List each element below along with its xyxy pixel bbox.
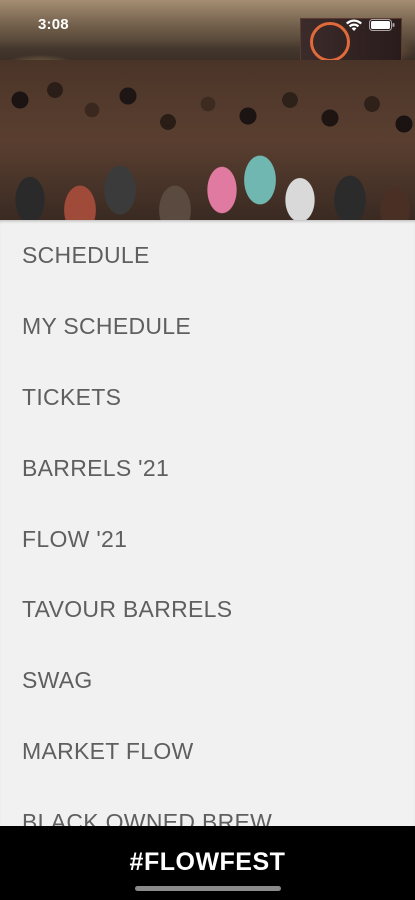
- status-time: 3:08: [38, 16, 69, 33]
- menu-item-label: FLOW '21: [22, 526, 128, 552]
- app-screen: 3:08 SCHEDULE MY SCHEDULE TICKETS BARREL…: [0, 0, 415, 900]
- bottom-bar: #FLOWFEST: [0, 826, 415, 900]
- menu-item-swag[interactable]: SWAG: [0, 649, 415, 709]
- hero-crowd: [0, 60, 415, 220]
- status-bar: 3:08: [0, 0, 415, 44]
- menu-item-barrels-21[interactable]: BARRELS '21: [0, 437, 415, 497]
- menu-item-label: MY SCHEDULE: [22, 313, 192, 339]
- wifi-icon: [346, 19, 362, 31]
- menu-item-label: BLACK OWNED BREW: [22, 809, 273, 826]
- menu-item-market-flow[interactable]: MARKET FLOW: [0, 720, 415, 780]
- menu-item-label: SWAG: [22, 667, 93, 693]
- menu-item-schedule[interactable]: SCHEDULE: [0, 224, 415, 284]
- menu-item-tavour-barrels[interactable]: TAVOUR BARRELS: [0, 578, 415, 638]
- home-indicator[interactable]: [135, 886, 281, 891]
- menu-item-tickets[interactable]: TICKETS: [0, 366, 415, 426]
- menu-item-my-schedule[interactable]: MY SCHEDULE: [0, 295, 415, 355]
- menu-item-label: TICKETS: [22, 384, 122, 410]
- menu-item-label: TAVOUR BARRELS: [22, 596, 233, 622]
- battery-icon: [369, 19, 395, 31]
- menu-item-label: BARRELS '21: [22, 455, 170, 481]
- menu-item-label: SCHEDULE: [22, 242, 150, 268]
- menu-item-flow-21[interactable]: FLOW '21: [0, 508, 415, 568]
- menu-item-black-owned-brew[interactable]: BLACK OWNED BREW: [0, 791, 415, 826]
- main-menu: SCHEDULE MY SCHEDULE TICKETS BARRELS '21…: [0, 220, 415, 826]
- menu-item-label: MARKET FLOW: [22, 738, 194, 764]
- hashtag-label: #FLOWFEST: [129, 848, 286, 876]
